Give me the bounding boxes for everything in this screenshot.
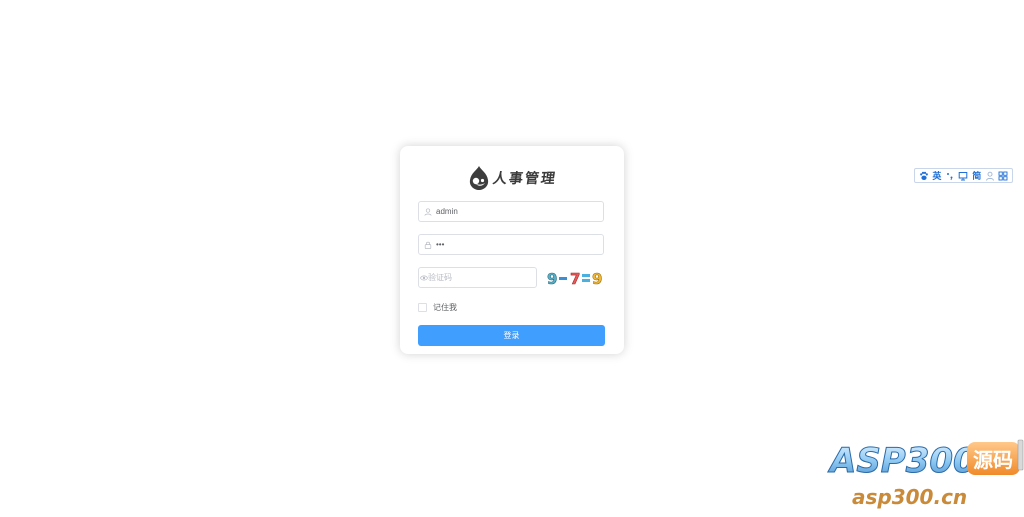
eye-icon bbox=[420, 268, 428, 287]
svg-text:9: 9 bbox=[547, 270, 557, 287]
captcha-field[interactable] bbox=[418, 267, 538, 288]
login-button[interactable]: 登录 bbox=[418, 325, 605, 346]
username-field[interactable] bbox=[418, 201, 604, 222]
grid-icon[interactable] bbox=[998, 170, 1009, 181]
watermark-url: asp300.cn bbox=[852, 485, 967, 509]
asp300-watermark: ASP300 源码 asp300.cn bbox=[827, 439, 1024, 509]
user-icon bbox=[420, 202, 436, 221]
lock-icon bbox=[420, 235, 436, 254]
paw-icon[interactable] bbox=[918, 170, 929, 181]
remember-me[interactable]: 记住我 bbox=[418, 302, 457, 312]
password-field[interactable] bbox=[418, 234, 604, 255]
captcha-image[interactable]: 9 7 9 bbox=[546, 269, 604, 287]
punctuation-icon[interactable] bbox=[945, 170, 956, 181]
logo: 人事管理 bbox=[400, 164, 624, 192]
login-page: 人事管理 admin ••• 验证码 9 7 9 记住我 登录 英 简 ASP3… bbox=[0, 0, 1024, 517]
ime-toolbar: 英 简 bbox=[914, 168, 1013, 183]
captcha-input[interactable] bbox=[428, 268, 538, 287]
remember-label: 记住我 bbox=[433, 302, 457, 312]
logo-text: 人事管理 bbox=[491, 171, 558, 187]
login-card: 人事管理 admin ••• 验证码 9 7 9 记住我 登录 bbox=[400, 146, 624, 354]
watermark-badge: 源码 bbox=[973, 448, 1013, 472]
user-icon[interactable] bbox=[985, 170, 996, 181]
svg-text:7: 7 bbox=[570, 270, 580, 287]
remember-checkbox[interactable] bbox=[418, 302, 427, 312]
drupal-drop-icon bbox=[469, 166, 489, 190]
cup-icon[interactable] bbox=[958, 170, 969, 181]
username-input[interactable] bbox=[436, 202, 586, 221]
watermark-brand: ASP300 bbox=[827, 441, 977, 481]
svg-text:9: 9 bbox=[592, 270, 602, 287]
simplified-toggle[interactable]: 简 bbox=[971, 170, 982, 181]
english-mode-toggle[interactable]: 英 bbox=[931, 170, 942, 181]
password-input[interactable] bbox=[436, 235, 586, 254]
